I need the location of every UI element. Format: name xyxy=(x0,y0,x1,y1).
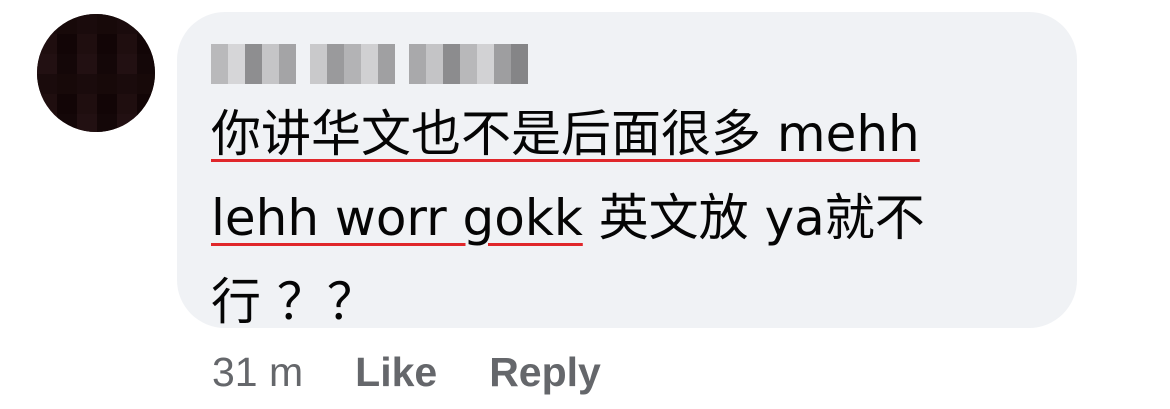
avatar-pixel xyxy=(137,74,155,94)
avatar-pixel xyxy=(57,34,77,54)
comment-line: lehh worr gokk 英文放 ya就不 xyxy=(211,176,1051,260)
avatar-pixel xyxy=(117,14,137,34)
avatar-pixel xyxy=(97,74,117,94)
avatar-pixel xyxy=(137,14,155,34)
avatar[interactable] xyxy=(37,14,155,132)
avatar-pixel xyxy=(37,74,57,94)
blurred-word xyxy=(211,44,296,84)
avatar-pixel xyxy=(137,54,155,74)
avatar-pixel xyxy=(137,114,155,132)
avatar-pixel xyxy=(97,54,117,74)
reply-button[interactable]: Reply xyxy=(489,349,601,396)
comment-line: 你讲华文也不是后面很多 mehh xyxy=(211,92,1051,176)
avatar-pixel xyxy=(77,34,97,54)
comment-line: 行 ？？ xyxy=(211,260,1051,344)
avatar-pixel xyxy=(77,54,97,74)
avatar-pixel xyxy=(117,94,137,114)
avatar-pixel xyxy=(77,74,97,94)
avatar-pixel xyxy=(77,14,97,34)
avatar-pixel xyxy=(77,94,97,114)
avatar-pixel xyxy=(117,54,137,74)
avatar-pixel xyxy=(57,74,77,94)
avatar-pixel xyxy=(137,94,155,114)
avatar-pixel xyxy=(97,34,117,54)
avatar-pixel xyxy=(137,34,155,54)
avatar-pixel xyxy=(37,14,57,34)
blurred-word xyxy=(409,44,528,84)
blurred-word xyxy=(310,44,395,84)
avatar-pixel xyxy=(77,114,97,132)
misspelled-text: 你讲华文也不是后面很多 mehh xyxy=(211,105,920,163)
avatar-pixel xyxy=(117,34,137,54)
author-name[interactable] xyxy=(211,42,212,43)
avatar-pixel xyxy=(37,114,57,132)
avatar-pixel xyxy=(37,34,57,54)
avatar-pixel xyxy=(57,54,77,74)
avatar-pixel xyxy=(57,114,77,132)
avatar-pixel xyxy=(37,94,57,114)
comment: 你讲华文也不是后面很多 mehh lehh worr gokk 英文放 ya就不… xyxy=(0,0,1170,409)
comment-actions: 31 m Like Reply xyxy=(212,344,653,400)
author-name-blurred[interactable] xyxy=(211,42,528,86)
avatar-pixel xyxy=(97,114,117,132)
avatar-pixel xyxy=(37,54,57,74)
avatar-pixel xyxy=(97,94,117,114)
like-button[interactable]: Like xyxy=(355,349,437,396)
timestamp[interactable]: 31 m xyxy=(212,349,303,396)
avatar-pixel xyxy=(117,114,137,132)
comment-text: 你讲华文也不是后面很多 mehh lehh worr gokk 英文放 ya就不… xyxy=(211,92,1051,344)
comment-text-segment: 英文放 ya就不 xyxy=(582,189,925,247)
avatar-pixel xyxy=(97,14,117,34)
avatar-pixel xyxy=(57,14,77,34)
misspelled-text: lehh worr gokk xyxy=(211,189,583,247)
avatar-pixel xyxy=(117,74,137,94)
avatar-pixel xyxy=(57,94,77,114)
comment-text-segment: 行 ？？ xyxy=(211,273,377,331)
